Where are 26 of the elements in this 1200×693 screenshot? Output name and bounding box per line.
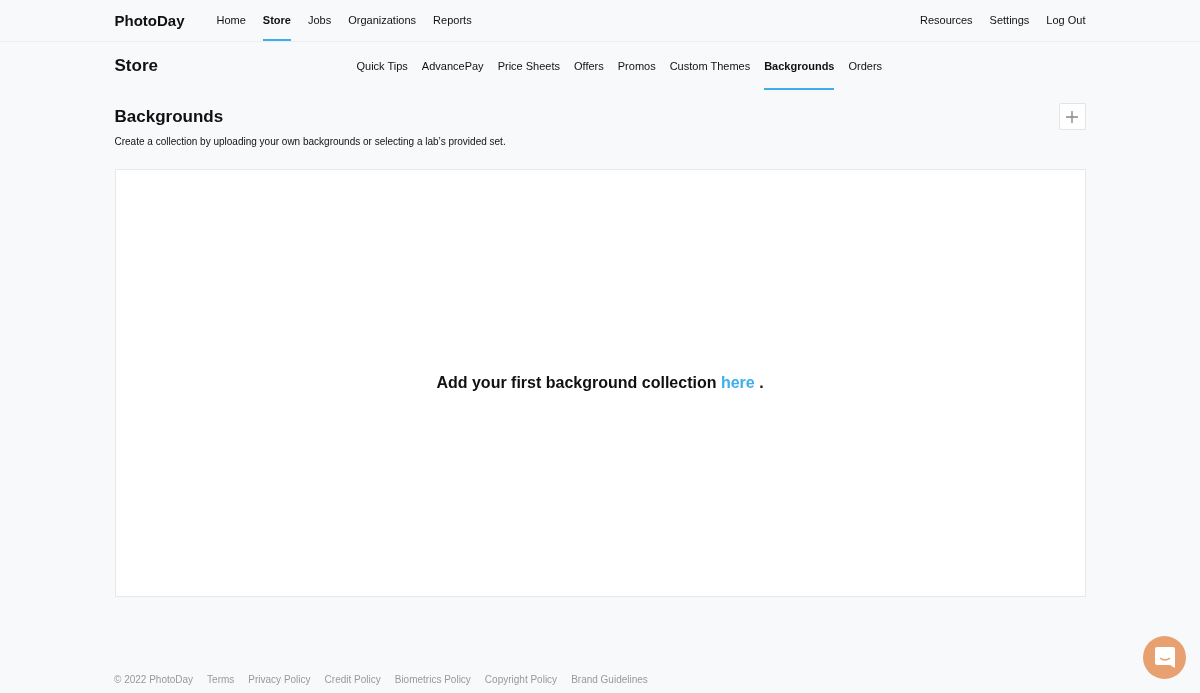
nav-link[interactable]: Reports: [433, 0, 472, 41]
store-tab[interactable]: Quick Tips: [356, 42, 408, 90]
chat-button[interactable]: [1143, 636, 1186, 679]
nav-link[interactable]: Resources: [920, 0, 973, 41]
section-title: Backgrounds: [114, 106, 224, 127]
store-tab[interactable]: Offers: [574, 42, 604, 90]
nav-link[interactable]: Jobs: [308, 0, 332, 41]
store-tab[interactable]: Custom Themes: [669, 42, 751, 90]
nav-link[interactable]: Settings: [989, 0, 1030, 41]
nav-link[interactable]: Log Out: [1046, 0, 1086, 41]
plus-icon: [1066, 110, 1078, 123]
section-description: Create a collection by uploading your own backgrounds or selecting a lab’s provided set.: [114, 136, 507, 147]
nav-link[interactable]: Home: [216, 0, 246, 41]
empty-state-message: Add your first background collection here .: [436, 374, 764, 392]
nav-link[interactable]: Organizations: [348, 0, 417, 41]
nav-link[interactable]: Store: [262, 0, 291, 41]
store-tab[interactable]: AdvancePay: [421, 42, 484, 90]
copyright-text: © 2022 PhotoDay: [114, 674, 194, 685]
store-tab[interactable]: Orders: [848, 42, 883, 90]
chat-icon: [1153, 645, 1176, 670]
store-tab[interactable]: Promos: [617, 42, 656, 90]
add-button[interactable]: [1058, 103, 1086, 130]
store-tab[interactable]: Price Sheets: [497, 42, 560, 90]
logo[interactable]: PhotoDay: [114, 12, 185, 29]
page-title: Store: [114, 56, 159, 76]
store-tab[interactable]: Backgrounds: [764, 42, 835, 90]
